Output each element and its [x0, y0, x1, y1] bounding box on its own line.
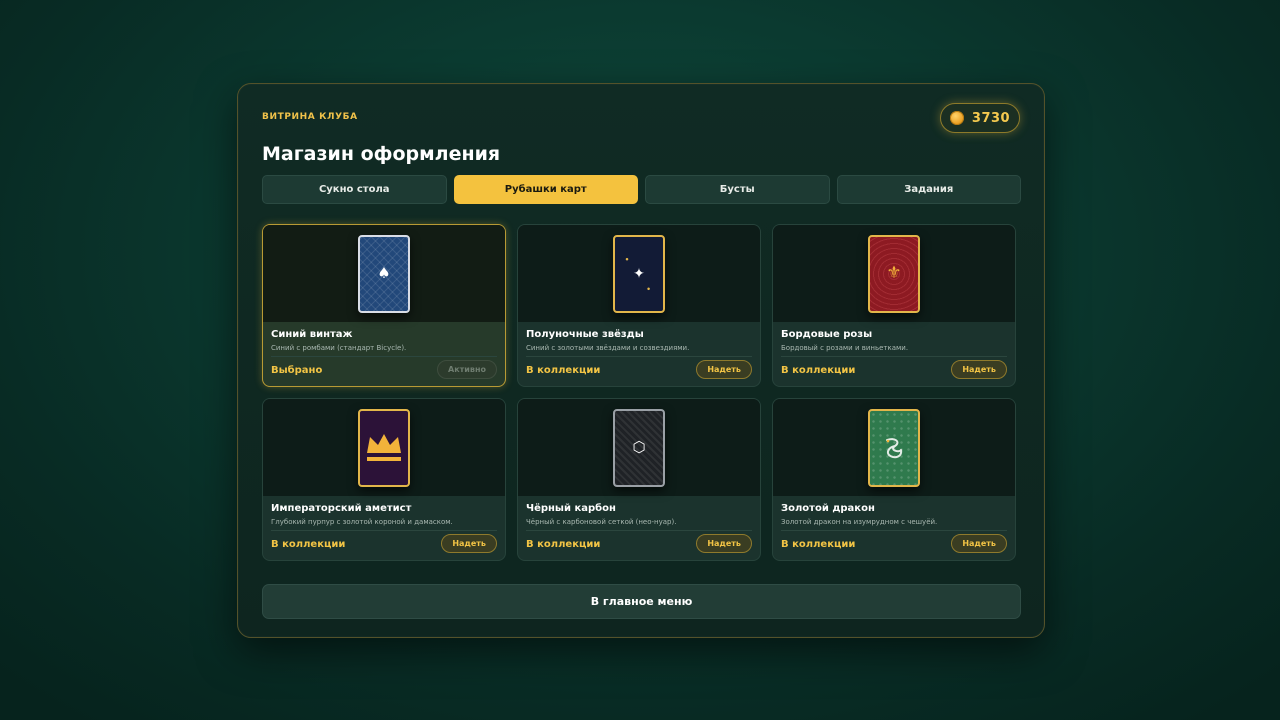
eyebrow-label: ВИТРИНА КЛУБА — [262, 112, 358, 122]
item-status: В коллекции — [781, 539, 856, 550]
coin-balance-value: 3730 — [971, 110, 1011, 126]
card-preview: ✦ — [518, 225, 760, 322]
shop-item-imperial-amethyst[interactable]: Императорский аметист Глубокий пурпур с … — [262, 398, 506, 561]
item-status: В коллекции — [781, 365, 856, 376]
card-back-preview — [358, 408, 410, 487]
category-tabs: Сукно стола Рубашки карт Бусты Задания — [262, 175, 1021, 204]
item-status: Выбрано — [271, 365, 323, 376]
card-preview: ⬡ — [518, 399, 760, 496]
coin-balance: 3730 — [940, 103, 1020, 133]
item-name: Бордовые розы — [781, 329, 873, 340]
card-preview — [263, 399, 505, 496]
card-back-preview — [868, 408, 920, 487]
shop-item-black-carbon[interactable]: ⬡ Чёрный карбон Чёрный с карбоновой сетк… — [517, 398, 761, 561]
divider — [271, 356, 497, 357]
card-preview: ⚜ — [773, 225, 1015, 322]
item-description: Золотой дракон на изумрудном с чешуёй. — [781, 518, 938, 526]
equip-button[interactable]: Надеть — [441, 534, 497, 553]
divider — [526, 356, 752, 357]
crown-icon — [367, 433, 401, 461]
tab-card-backs[interactable]: Рубашки карт — [453, 175, 638, 204]
item-description: Бордовый с розами и виньетками. — [781, 344, 909, 352]
divider — [781, 356, 1007, 357]
card-back-preview: ⚜ — [868, 234, 920, 313]
main-menu-button[interactable]: В главное меню — [262, 584, 1021, 619]
shop-item-golden-dragon[interactable]: Золотой дракон Золотой дракон на изумруд… — [772, 398, 1016, 561]
dragon-icon — [886, 437, 903, 458]
item-status: В коллекции — [526, 539, 601, 550]
tab-boosts[interactable]: Бусты — [645, 175, 830, 204]
divider — [526, 530, 752, 531]
spade-icon: ♠ — [377, 264, 391, 282]
hexagon-icon: ⬡ — [632, 438, 646, 456]
item-description: Глубокий пурпур с золотой короной и дама… — [271, 518, 453, 526]
equip-button[interactable]: Надеть — [696, 360, 752, 379]
page-title: Магазин оформления — [262, 143, 501, 165]
fleur-de-lis-icon: ⚜ — [886, 263, 902, 283]
item-status: В коллекции — [526, 365, 601, 376]
card-preview — [773, 399, 1015, 496]
card-back-preview: ⬡ — [613, 408, 665, 487]
tab-quests[interactable]: Задания — [836, 175, 1021, 204]
item-name: Императорский аметист — [271, 503, 412, 514]
item-name: Золотой дракон — [781, 503, 875, 514]
item-description: Синий с ромбами (стандарт Bicycle). — [271, 344, 407, 352]
divider — [781, 530, 1007, 531]
item-name: Полуночные звёзды — [526, 329, 644, 340]
item-description: Чёрный с карбоновой сеткой (нео-нуар). — [526, 518, 677, 526]
shop-item-blue-vintage[interactable]: ♠ Синий винтаж Синий с ромбами (стандарт… — [262, 224, 506, 387]
shop-item-midnight-stars[interactable]: ✦ Полуночные звёзды Синий с золотыми звё… — [517, 224, 761, 387]
star-icon: ✦ — [633, 265, 645, 282]
card-preview: ♠ — [263, 225, 505, 322]
equip-button[interactable]: Надеть — [951, 360, 1007, 379]
item-grid: ♠ Синий винтаж Синий с ромбами (стандарт… — [262, 224, 1017, 561]
active-button[interactable]: Активно — [437, 360, 497, 379]
item-name: Синий винтаж — [271, 329, 353, 340]
shop-panel: ВИТРИНА КЛУБА 3730 Магазин оформления Су… — [237, 83, 1045, 638]
card-back-preview: ✦ — [613, 234, 665, 313]
shop-item-burgundy-roses[interactable]: ⚜ Бордовые розы Бордовый с розами и винь… — [772, 224, 1016, 387]
item-status: В коллекции — [271, 539, 346, 550]
equip-button[interactable]: Надеть — [696, 534, 752, 553]
divider — [271, 530, 497, 531]
tab-table-cloth[interactable]: Сукно стола — [262, 175, 447, 204]
coin-icon — [949, 111, 964, 125]
item-name: Чёрный карбон — [526, 503, 616, 514]
equip-button[interactable]: Надеть — [951, 534, 1007, 553]
item-description: Синий с золотыми звёздами и созвездиями. — [526, 344, 690, 352]
card-back-preview: ♠ — [358, 234, 410, 313]
